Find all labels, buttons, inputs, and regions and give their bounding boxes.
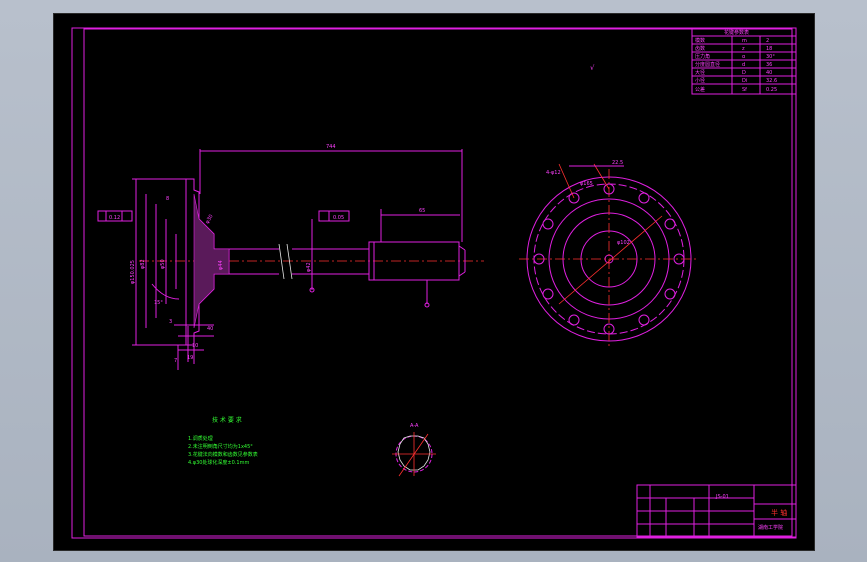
param-value: 0.25 xyxy=(766,87,777,93)
title-block: 半 轴 JS-01 湖南工学院 xyxy=(636,484,797,538)
length-dimension: 744 xyxy=(326,144,336,150)
school-name: 湖南工学院 xyxy=(758,524,783,531)
flange-dim-2: 4-φ12 xyxy=(546,170,561,176)
param-value: 2 xyxy=(766,38,769,44)
param-symbol: Sf xyxy=(742,87,747,93)
technical-notes: 技 术 要 求 1.调质处理 2.未注明倒角尺寸均为1x45° 3.花键法向模数… xyxy=(188,416,258,466)
dim-small-6: 40 xyxy=(207,326,213,332)
param-value: 18 xyxy=(766,46,772,52)
bolt-hole xyxy=(568,314,580,326)
param-symbol: z xyxy=(742,46,745,52)
param-value: 40 xyxy=(766,70,772,76)
tolerance-frame-left: 0.12 xyxy=(97,210,133,222)
dim-diameter-2: φ82 xyxy=(140,259,146,269)
notes-title: 技 术 要 求 xyxy=(212,416,242,424)
flange-dim-3: φ102 xyxy=(617,240,630,246)
param-value: 36 xyxy=(766,62,772,68)
note-1: 1.调质处理 xyxy=(188,435,213,442)
tolerance-value-left: 0.12 xyxy=(109,215,120,221)
section-label: A-A xyxy=(410,423,419,429)
flange-dim-1: 22.5 xyxy=(612,160,623,166)
param-value: 32.6 xyxy=(766,78,777,84)
flange-end-view: 22.5 4-φ12 φ102 φ165 xyxy=(519,160,699,349)
param-symbol: Di xyxy=(742,78,747,84)
param-name: 公差 xyxy=(695,86,705,93)
param-symbol: m xyxy=(742,38,747,44)
flange-dim-4: φ165 xyxy=(580,181,593,187)
dim-small-4: 19 xyxy=(187,355,193,361)
tolerance-value-mid: 0.05 xyxy=(333,215,344,221)
tolerance-frame-mid: 0.05 xyxy=(318,210,350,222)
dim-small-1: 8 xyxy=(166,196,169,202)
param-symbol: α xyxy=(742,54,746,60)
bolt-hole xyxy=(638,192,650,204)
param-name: 齿数 xyxy=(695,45,705,52)
bolt-hole xyxy=(542,288,554,300)
dim-diameter-3: φ50 xyxy=(160,259,166,269)
dim-diameter-1: φ150.025 xyxy=(130,260,136,284)
bolt-hole xyxy=(664,288,676,300)
dim-small-3: 10 xyxy=(192,343,198,349)
part-name: 半 轴 xyxy=(771,508,787,517)
param-symbol: d xyxy=(742,62,745,68)
param-symbol: D xyxy=(742,70,746,76)
spline-section: A-A xyxy=(392,423,436,477)
shaft-main-view: 744 65 15° φ150.025 φ82 φ50 φ44 φ42 φ30 … xyxy=(97,144,484,370)
chamfer-angle: 15° xyxy=(154,300,163,306)
cad-drawing: 花键参数表 模数 m 2 齿数 z 18 压力角 α 30° 分度圆直径 d 3… xyxy=(71,27,797,539)
param-value: 30° xyxy=(766,54,775,60)
parameter-table: 花键参数表 模数 m 2 齿数 z 18 压力角 α 30° 分度圆直径 d 3… xyxy=(691,27,797,95)
spline-length: 65 xyxy=(419,208,425,214)
bolt-hole xyxy=(664,218,676,230)
param-name: 大径 xyxy=(695,69,705,76)
drawing-number: JS-01 xyxy=(715,494,729,500)
param-name: 压力角 xyxy=(695,53,710,60)
bolt-hole xyxy=(638,314,650,326)
bolt-hole xyxy=(542,218,554,230)
dim-small-2: 3 xyxy=(169,319,172,325)
param-name: 分度圆直径 xyxy=(695,61,720,68)
dim-diameter-4: φ44 xyxy=(218,260,224,270)
param-table-title: 花键参数表 xyxy=(724,29,749,36)
note-3: 3.花键法向模数和齿数见参数表 xyxy=(188,451,258,458)
param-name: 模数 xyxy=(695,37,705,44)
drawing-sheet: 花键参数表 模数 m 2 齿数 z 18 压力角 α 30° 分度圆直径 d 3… xyxy=(53,13,815,551)
note-4: 4.φ30处球化深度±0.1mm xyxy=(188,459,249,466)
param-name: 小径 xyxy=(695,77,705,84)
dim-small-5: 7 xyxy=(174,358,177,364)
note-2: 2.未注明倒角尺寸均为1x45° xyxy=(188,443,253,450)
dim-diameter-5: φ42 xyxy=(306,262,312,272)
dim-diameter-6: φ30 xyxy=(205,214,215,225)
roughness-mark: √ xyxy=(590,64,595,72)
